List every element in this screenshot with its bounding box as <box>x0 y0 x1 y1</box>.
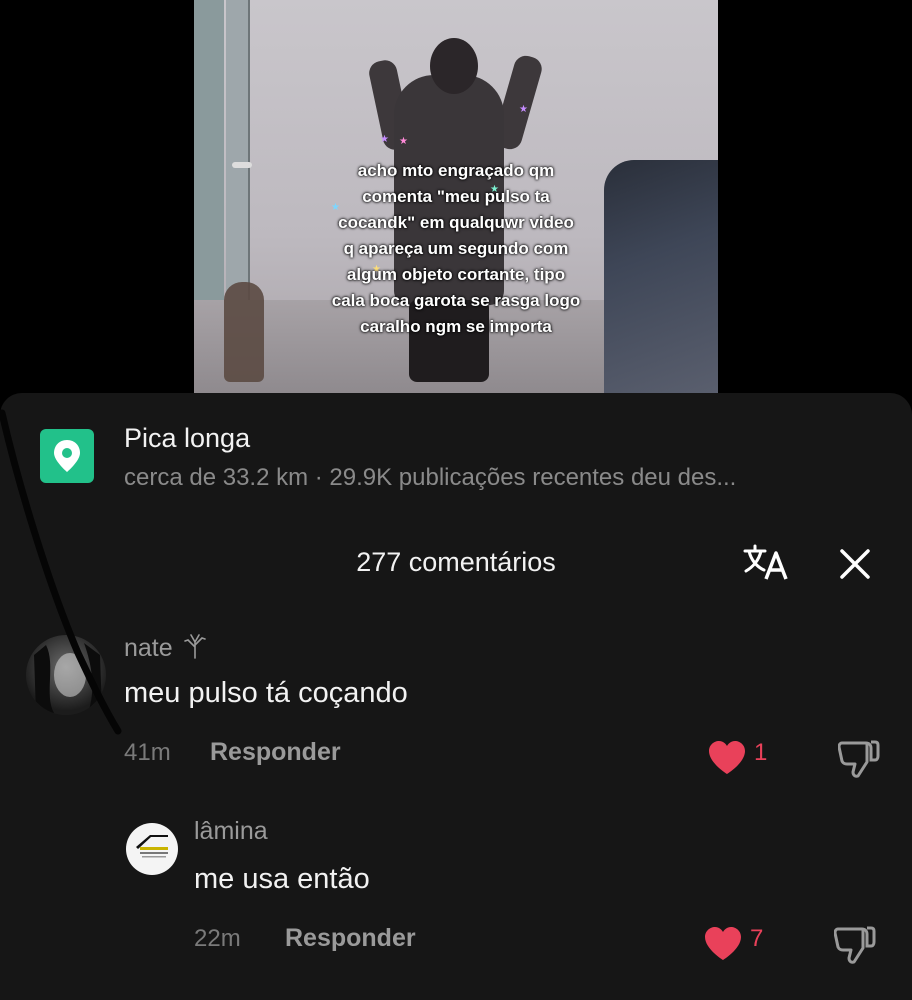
avatar[interactable] <box>126 823 178 875</box>
video-caption-overlay: acho mto engraçado qm comenta "meu pulso… <box>331 161 581 336</box>
comment-text: me usa então <box>194 863 370 895</box>
sparkle-icon: ★ <box>399 136 408 147</box>
video-scene-door-handle <box>232 162 252 168</box>
comment-time: 22m <box>194 925 241 952</box>
video-scene-door <box>226 0 250 320</box>
dislike-icon[interactable] <box>838 739 880 779</box>
translate-button[interactable] <box>742 543 792 583</box>
like-count: 7 <box>750 925 764 952</box>
video-player[interactable]: ★ ★ ★ ★ ★ ★ acho mto engraçado qm coment… <box>194 0 718 393</box>
like-count: 1 <box>754 739 768 766</box>
dislike-icon[interactable] <box>834 925 876 965</box>
location-pin-icon[interactable] <box>40 429 94 483</box>
close-icon <box>840 549 870 579</box>
comments-sheet: Pica longa cerca de 33.2 km · 29.9K publ… <box>0 393 912 1000</box>
comment-time: 41m <box>124 739 171 766</box>
location-title[interactable]: Pica longa <box>124 423 250 454</box>
tree-icon <box>183 634 206 659</box>
sparkle-icon: ★ <box>519 104 528 115</box>
reply-button[interactable]: Responder <box>285 924 416 953</box>
comment-text: meu pulso tá coçando <box>124 677 408 709</box>
reply-item: lâmina me usa então 22m Responder 7 <box>0 817 912 967</box>
avatar[interactable] <box>26 635 106 715</box>
comment-username[interactable]: lâmina <box>194 817 268 846</box>
video-scene-head <box>430 38 478 94</box>
comments-header: 277 comentários <box>0 543 912 583</box>
username-text: nate <box>124 634 173 662</box>
comment-item: nate meu pulso tá coçando 41m Responder … <box>0 629 912 779</box>
video-scene-dog <box>224 282 264 382</box>
video-scene-clothes <box>604 160 718 393</box>
reply-button[interactable]: Responder <box>210 738 341 767</box>
close-button[interactable] <box>832 541 878 587</box>
location-subtitle: cerca de 33.2 km · 29.9K publicações rec… <box>124 464 737 491</box>
heart-icon[interactable] <box>704 927 742 961</box>
heart-icon[interactable] <box>708 741 746 775</box>
translate-icon <box>743 544 788 580</box>
sparkle-icon: ★ <box>380 134 389 145</box>
comment-username[interactable]: nate <box>124 633 206 663</box>
video-area: ★ ★ ★ ★ ★ ★ acho mto engraçado qm coment… <box>0 0 912 400</box>
